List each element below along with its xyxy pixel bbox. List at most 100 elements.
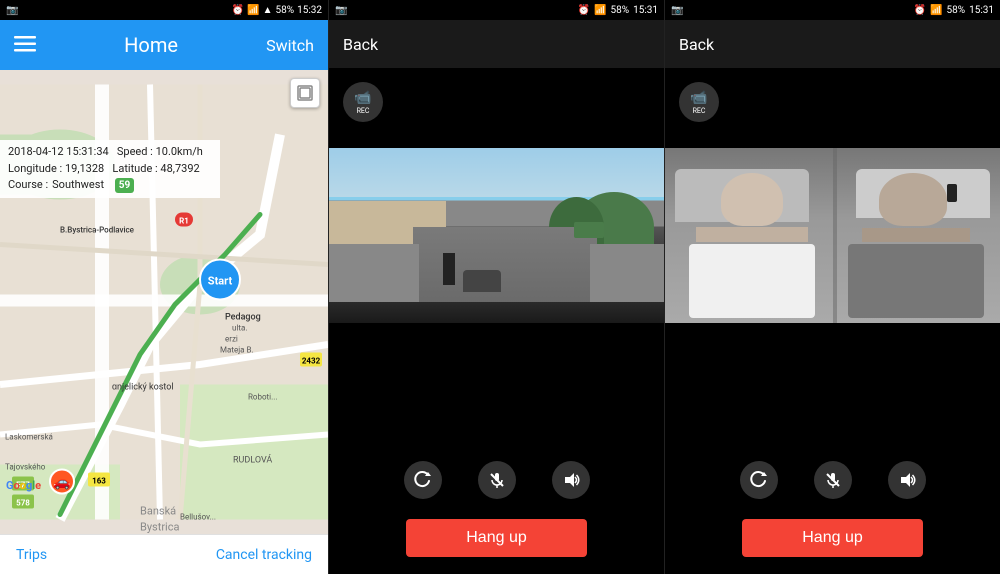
svg-text:Bellušov...: Bellušov... [180, 513, 216, 522]
camera-icon-front: 📷 [335, 5, 347, 16]
video-icon-front: 📹 [354, 90, 371, 106]
camera-black-top-front: 📹 REC [329, 68, 664, 148]
person-right-container [839, 173, 993, 322]
svg-text:ɑnjelický kostol: ɑnjelický kostol [112, 383, 174, 393]
switch-button[interactable]: Switch [266, 36, 314, 55]
camera-icon-status: 📷 [6, 5, 18, 16]
volume-icon-interior [898, 471, 916, 489]
svg-text:🚗: 🚗 [53, 475, 70, 491]
hang-up-bar-interior: Hang up [665, 510, 1000, 574]
svg-text:163: 163 [92, 477, 106, 486]
camera-controls-interior [665, 450, 1000, 510]
hang-up-button-front[interactable]: Hang up [406, 519, 587, 557]
time-text-map: 15:32 [297, 5, 322, 16]
interior-camera-video [665, 148, 1000, 323]
woman-head [721, 173, 783, 227]
trips-button[interactable]: Trips [16, 547, 47, 563]
wifi-icon: 📶 [247, 5, 259, 16]
rec-label-interior: REC [693, 107, 706, 115]
longitude-value: 19,1328 [65, 162, 104, 175]
cancel-tracking-button[interactable]: Cancel tracking [216, 547, 312, 563]
wifi-icon-front: 📶 [594, 5, 606, 16]
rec-label-front: REC [357, 107, 370, 115]
map-panel: 📷 ⏰ 📶 ▲ 58% 15:32 Home Switch 2018-04-12… [0, 0, 328, 574]
page-title: Home [124, 33, 178, 57]
signal-icon: ▲ [263, 5, 273, 16]
speed-badge: 59 [115, 178, 134, 193]
woman-body [689, 244, 816, 318]
top-bar-map: Home Switch [0, 20, 328, 70]
location-row: Longitude : 19,1328 Latitude : 48,7392 [8, 161, 212, 178]
man-body [848, 244, 984, 318]
longitude-label: Longitude : [8, 162, 62, 175]
volume-button-interior[interactable] [888, 461, 926, 499]
map-layers-button[interactable] [290, 78, 320, 108]
front-camera-video [329, 148, 664, 323]
rotate-icon-interior [750, 471, 768, 489]
info-overlay: 2018-04-12 15:31:34 Speed : 10.0km/h Lon… [0, 140, 220, 198]
rotate-icon-front [414, 471, 432, 489]
video-icon-interior: 📹 [690, 90, 707, 106]
back-button-front[interactable]: Back [343, 35, 378, 54]
svg-text:Banská: Banská [140, 505, 176, 518]
map-area[interactable]: 2018-04-12 15:31:34 Speed : 10.0km/h Lon… [0, 70, 328, 534]
camera-black-mid-interior [665, 323, 1000, 450]
svg-text:ulta.: ulta. [232, 324, 247, 333]
b-pillar [833, 148, 837, 323]
woman-neck [696, 227, 809, 242]
man-neck [862, 228, 970, 243]
svg-text:Roboti...: Roboti... [248, 393, 277, 402]
menu-button[interactable] [14, 33, 36, 58]
course-label: Course : [8, 177, 48, 194]
svg-text:RUDLOVÁ: RUDLOVÁ [233, 454, 272, 466]
speed-label: Speed : [117, 145, 153, 158]
speed-value: 10.0km/h [156, 145, 203, 158]
camera-black-mid-front [329, 323, 664, 450]
wifi-icon-interior: 📶 [930, 5, 942, 16]
battery-interior: 58% [947, 5, 966, 16]
svg-text:Bystrica: Bystrica [140, 521, 179, 534]
alarm-icon: ⏰ [232, 5, 244, 16]
svg-text:Mateja B.: Mateja B. [220, 346, 254, 355]
svg-text:R1: R1 [179, 217, 189, 226]
mic-off-icon-interior [824, 471, 842, 489]
rotate-button-front[interactable] [404, 461, 442, 499]
svg-text:erzi: erzi [225, 335, 238, 344]
front-camera-panel: 📷 ⏰ 📶 58% 15:31 Back 📹 REC [328, 0, 664, 574]
svg-text:Tajovského: Tajovského [5, 463, 46, 472]
course-value: Southwest [52, 177, 104, 194]
camera-controls-front [329, 450, 664, 510]
back-button-interior[interactable]: Back [679, 35, 714, 54]
time-interior: 15:31 [969, 5, 994, 16]
time-front: 15:31 [633, 5, 658, 16]
rec-button-interior[interactable]: 📹 REC [679, 82, 719, 122]
interior-scene [665, 148, 1000, 323]
volume-button-front[interactable] [552, 461, 590, 499]
svg-text:578: 578 [16, 499, 30, 508]
datetime-value: 2018-04-12 15:31:34 [8, 145, 109, 158]
rec-button-front[interactable]: 📹 REC [343, 82, 383, 122]
svg-text:B.Bystrica-Podlavice: B.Bystrica-Podlavice [60, 226, 135, 235]
status-bar-left: 📷 [6, 5, 18, 16]
camera-front-top-bar: Back [329, 20, 664, 68]
volume-icon-front [562, 471, 580, 489]
hang-up-button-interior[interactable]: Hang up [742, 519, 923, 557]
alarm-icon-interior: ⏰ [914, 5, 926, 16]
rotate-button-interior[interactable] [740, 461, 778, 499]
mute-button-front[interactable] [478, 461, 516, 499]
svg-text:Pedagog: Pedagog [225, 313, 261, 323]
svg-text:Start: Start [208, 275, 233, 288]
status-bar-interior: 📷 ⏰ 📶 58% 15:31 [665, 0, 1000, 20]
dashcam-front-scene [329, 148, 664, 323]
man-head [879, 173, 947, 227]
latitude-label: Latitude : [112, 162, 157, 175]
interior-top-bar: Back [665, 20, 1000, 68]
layers-icon [296, 84, 314, 102]
sky [329, 148, 664, 197]
person-left-container [682, 173, 823, 322]
road-sign [574, 222, 604, 238]
datetime-row: 2018-04-12 15:31:34 Speed : 10.0km/h [8, 144, 212, 161]
person-silhouette [443, 253, 455, 285]
svg-text:Laskomerská: Laskomerská [5, 433, 53, 442]
mute-button-interior[interactable] [814, 461, 852, 499]
